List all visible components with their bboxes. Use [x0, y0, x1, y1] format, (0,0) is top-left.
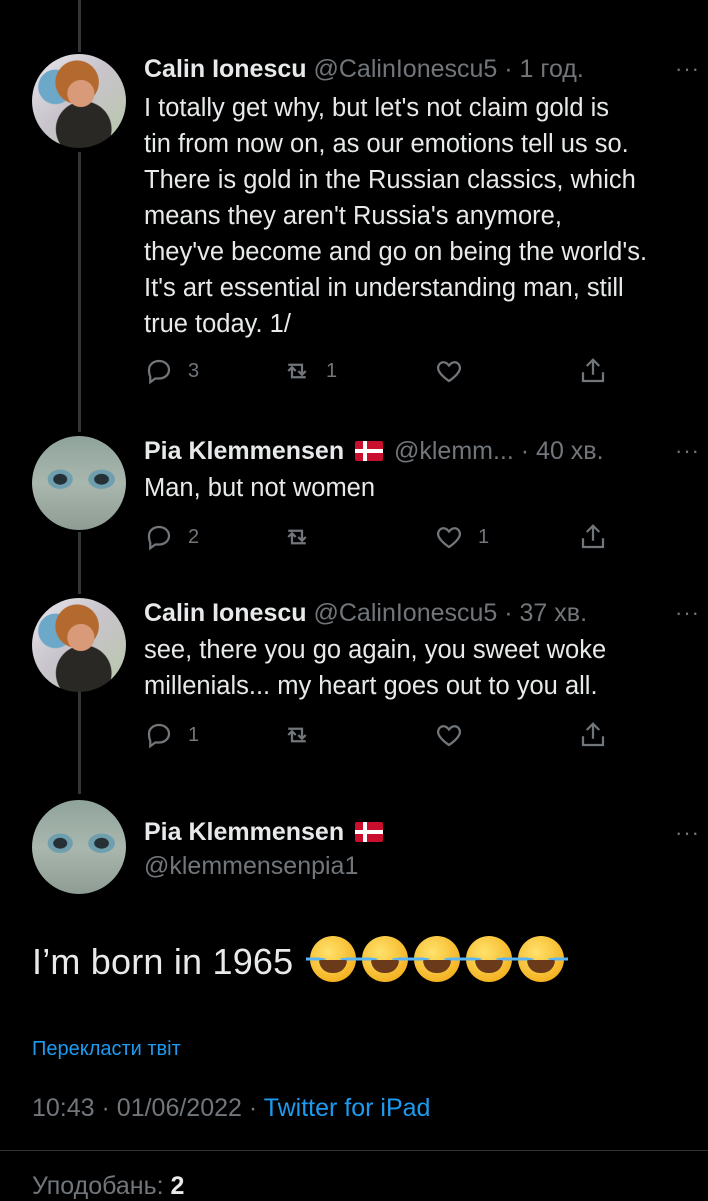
- text-line: tin from now on, as our emotions tell us…: [144, 130, 629, 158]
- tweet-source-link[interactable]: Twitter for iPad: [264, 1094, 431, 1122]
- retweet-button[interactable]: [282, 520, 326, 554]
- author-name[interactable]: Calin Ionescu: [144, 55, 307, 83]
- avatar[interactable]: [32, 436, 126, 530]
- more-options-icon[interactable]: ···: [675, 54, 700, 84]
- face-with-tears-of-joy-icon: [357, 936, 412, 982]
- retweet-button[interactable]: 1: [282, 354, 337, 388]
- text-line: means they aren't Russia's anymore,: [144, 202, 562, 230]
- divider: [0, 1150, 708, 1151]
- likes-label: Уподобань:: [32, 1172, 164, 1200]
- action-bar: 2 1: [144, 520, 614, 554]
- face-with-tears-of-joy-icon: [461, 936, 516, 982]
- separator: ·: [248, 1094, 264, 1122]
- like-count: 1: [478, 525, 490, 548]
- text-line: There is gold in the Russian classics, w…: [144, 166, 636, 194]
- main-tweet-text: I’m born in 1965: [32, 936, 568, 983]
- retweet-icon: [287, 529, 307, 545]
- author-meta: @CalinIonescu5 · 1 год.: [313, 55, 584, 83]
- like-button[interactable]: [434, 354, 478, 388]
- share-icon: [581, 722, 605, 747]
- action-bar: 1: [144, 718, 614, 752]
- tweet-text: Man, but not women: [144, 470, 704, 506]
- thread-line: [78, 152, 81, 432]
- translate-tweet-link[interactable]: Перекласти твіт: [32, 1038, 181, 1061]
- text-line: millenials... my heart goes out to you a…: [144, 672, 598, 700]
- denmark-flag-icon: [355, 822, 384, 842]
- likes-count-link[interactable]: Уподобань: 2: [32, 1172, 184, 1201]
- reply-icon: [147, 525, 171, 551]
- author-name[interactable]: Pia Klemmensen: [144, 818, 344, 846]
- tweet-text: I’m born in 1965: [32, 941, 294, 982]
- share-button[interactable]: [578, 718, 622, 752]
- reply-count: 1: [188, 723, 200, 746]
- face-with-tears-of-joy-icon: [305, 936, 360, 982]
- heart-icon: [436, 361, 462, 383]
- text-line: true today. 1/: [144, 310, 291, 338]
- tweet-timestamp: 10:43 · 01/06/2022 · Twitter for iPad: [32, 1094, 430, 1123]
- reply-button[interactable]: 3: [144, 354, 199, 388]
- share-button[interactable]: [578, 520, 622, 554]
- tweet-text: see, there you go again, you sweet woke …: [144, 632, 704, 704]
- thread-line: [78, 532, 81, 594]
- text-line: they've become and go on being the world…: [144, 238, 648, 266]
- action-bar: 3 1: [144, 354, 614, 388]
- avatar[interactable]: [32, 54, 126, 148]
- main-author-name[interactable]: Pia Klemmensen: [144, 818, 387, 847]
- reply-count: 2: [188, 525, 200, 548]
- tweet-date[interactable]: 01/06/2022: [117, 1094, 242, 1122]
- likes-count: 2: [170, 1172, 185, 1200]
- more-options-icon[interactable]: ···: [675, 818, 700, 848]
- retweet-icon: [287, 363, 307, 379]
- like-button[interactable]: 1: [434, 520, 489, 554]
- reply-button[interactable]: 2: [144, 520, 199, 554]
- main-author-handle[interactable]: @klemmensenpia1: [144, 852, 358, 881]
- heart-icon: [436, 725, 462, 747]
- reply-button[interactable]: 1: [144, 718, 199, 752]
- text-line: Man, but not women: [144, 474, 376, 502]
- share-button[interactable]: [578, 354, 622, 388]
- author-meta: @klemm... · 40 хв.: [394, 437, 604, 465]
- author-name[interactable]: Pia Klemmensen: [144, 437, 344, 465]
- retweet-button[interactable]: [282, 718, 326, 752]
- thread-line: [78, 688, 81, 794]
- more-options-icon[interactable]: ···: [675, 598, 700, 628]
- share-icon: [581, 358, 605, 383]
- like-button[interactable]: [434, 718, 478, 752]
- text-line: It's art essential in understanding man,…: [144, 274, 624, 302]
- face-with-tears-of-joy-icon: [513, 936, 568, 982]
- more-options-icon[interactable]: ···: [675, 436, 700, 466]
- reply-icon: [147, 723, 171, 749]
- author-name[interactable]: Calin Ionescu: [144, 599, 307, 627]
- avatar[interactable]: [32, 598, 126, 692]
- reply-count: 3: [188, 359, 200, 382]
- denmark-flag-icon: [355, 441, 384, 461]
- main-avatar[interactable]: [32, 800, 126, 894]
- reply-icon: [147, 359, 171, 385]
- text-line: I totally get why, but let's not claim g…: [144, 94, 610, 122]
- face-with-tears-of-joy-icon: [409, 936, 464, 982]
- text-line: see, there you go again, you sweet woke: [144, 636, 607, 664]
- share-icon: [581, 524, 605, 549]
- tweet-text: I totally get why, but let's not claim g…: [144, 90, 704, 342]
- thread-line: [78, 0, 81, 52]
- separator: ·: [101, 1094, 117, 1122]
- author-meta: @CalinIonescu5 · 37 хв.: [313, 599, 588, 627]
- retweet-icon: [287, 727, 307, 743]
- retweet-count: 1: [326, 359, 338, 382]
- tweet-time[interactable]: 10:43: [32, 1094, 95, 1122]
- heart-icon: [436, 527, 462, 549]
